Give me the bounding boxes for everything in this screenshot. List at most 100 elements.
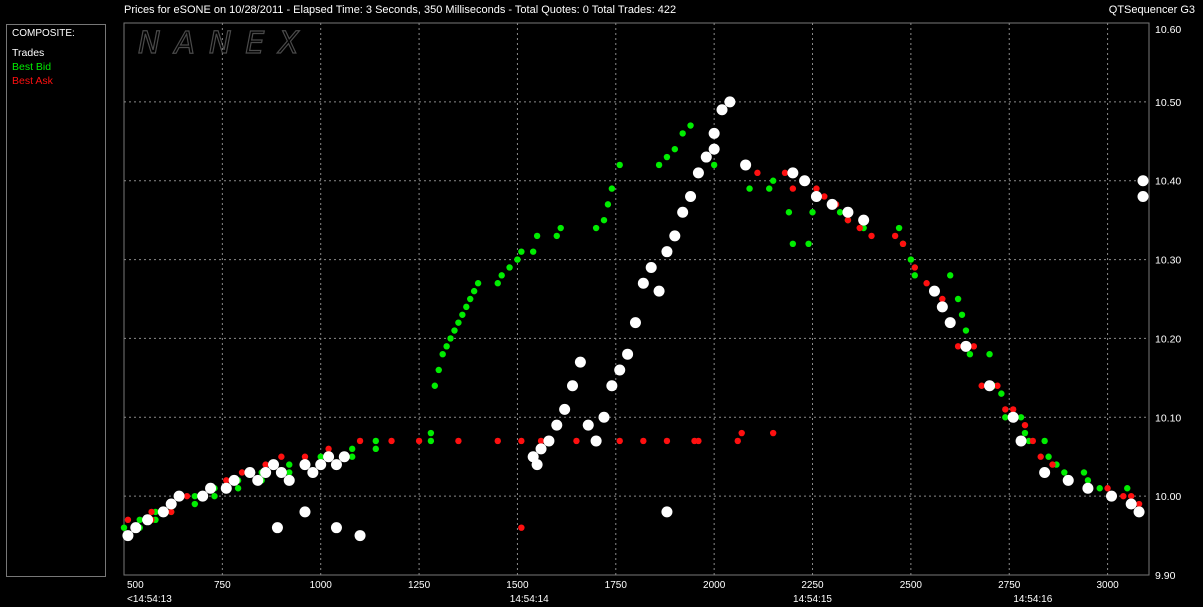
data-point <box>557 224 564 232</box>
data-point <box>1120 492 1127 500</box>
data-point <box>691 437 698 445</box>
data-point <box>435 366 442 374</box>
data-point <box>781 169 789 177</box>
data-point <box>663 153 671 161</box>
data-point <box>211 492 218 500</box>
data-point <box>494 437 501 445</box>
time-label: <14:54:13 <box>127 594 172 605</box>
data-point <box>1029 437 1037 445</box>
data-point <box>330 522 342 534</box>
data-point <box>228 474 240 486</box>
data-point <box>687 122 694 129</box>
data-point <box>911 264 919 271</box>
x-tick-label: 2500 <box>900 580 923 591</box>
data-point <box>388 437 395 445</box>
data-point <box>338 451 350 463</box>
data-point <box>1037 453 1044 460</box>
data-point <box>622 348 634 360</box>
data-point <box>606 380 618 392</box>
data-point <box>614 364 626 376</box>
data-point <box>868 232 875 240</box>
data-point <box>529 248 537 255</box>
data-point <box>679 130 686 137</box>
data-point <box>734 437 741 445</box>
data-point <box>543 435 555 447</box>
data-point <box>268 459 280 471</box>
data-point <box>455 437 462 445</box>
data-point <box>994 382 1001 389</box>
data-point <box>348 453 356 460</box>
data-point <box>278 453 285 460</box>
data-point <box>1104 485 1111 492</box>
data-point <box>498 272 505 279</box>
data-point <box>1009 406 1017 413</box>
data-point <box>724 96 736 108</box>
data-point <box>1137 175 1149 187</box>
data-point <box>1041 437 1048 445</box>
data-point <box>130 522 142 534</box>
data-point <box>954 295 962 303</box>
y-tick-label: 10.00 <box>1155 491 1181 503</box>
time-label: 14:54:14 <box>510 594 549 605</box>
data-point <box>197 490 209 502</box>
data-point <box>518 437 525 445</box>
data-point <box>299 506 311 518</box>
data-point <box>769 177 777 184</box>
data-point <box>301 453 309 460</box>
x-tick-label: 1750 <box>605 580 628 591</box>
data-point <box>275 466 287 478</box>
data-point <box>506 264 513 271</box>
data-point <box>608 185 616 192</box>
data-point <box>518 524 525 531</box>
data-point <box>677 206 689 218</box>
data-point <box>514 256 521 263</box>
data-point <box>330 459 342 471</box>
data-point <box>960 340 972 352</box>
data-point <box>661 506 673 518</box>
data-point <box>1096 485 1103 492</box>
data-point <box>1135 500 1143 508</box>
data-point <box>1127 492 1135 500</box>
data-point <box>645 261 657 273</box>
data-point <box>899 240 907 247</box>
data-point <box>220 482 232 494</box>
data-point <box>856 224 863 232</box>
data-point <box>1002 406 1009 413</box>
data-point <box>271 522 283 534</box>
data-point <box>372 437 379 445</box>
data-point <box>443 343 450 350</box>
data-point <box>1045 453 1052 460</box>
data-point <box>574 356 586 368</box>
data-point <box>168 508 175 516</box>
data-point <box>944 317 956 329</box>
data-point <box>356 437 364 445</box>
data-point <box>799 175 811 187</box>
data-point <box>124 516 132 523</box>
y-axis: 10.60 10.50 10.40 10.30 10.20 10.10 10.00 9.90 <box>1155 24 1181 582</box>
data-point <box>286 461 293 468</box>
x-tick-label: 3000 <box>1096 580 1119 591</box>
watermark: NANEX <box>138 26 313 61</box>
data-point <box>260 466 272 478</box>
time-label: 14:54:16 <box>1013 594 1052 605</box>
data-point <box>573 437 580 445</box>
x-tick-label: 2000 <box>703 580 726 591</box>
data-point <box>785 209 793 216</box>
data-point <box>120 524 128 531</box>
data-point <box>1062 474 1074 486</box>
data-point <box>844 216 852 224</box>
data-point <box>559 403 571 415</box>
data-point <box>958 311 966 318</box>
data-point <box>655 161 663 169</box>
data-point <box>537 437 545 445</box>
data-point <box>1039 466 1051 478</box>
data-point <box>629 317 641 329</box>
data-point <box>567 380 579 392</box>
data-point <box>911 272 919 279</box>
data-point <box>740 159 752 171</box>
data-point <box>710 161 718 169</box>
data-point <box>122 530 134 542</box>
data-point <box>836 209 844 216</box>
data-point <box>325 445 332 453</box>
data-point <box>533 232 541 240</box>
